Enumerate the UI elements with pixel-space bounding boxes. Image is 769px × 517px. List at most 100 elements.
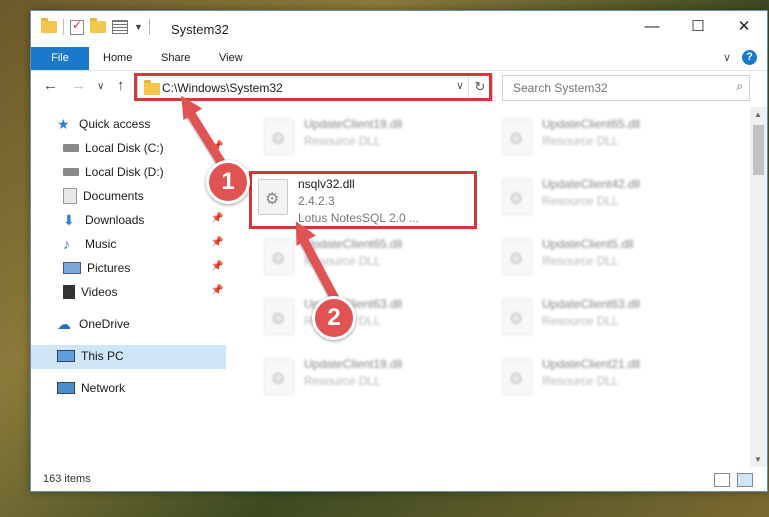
pin-icon[interactable]: 📌 — [211, 285, 223, 296]
file-description: Resource DLL — [542, 314, 619, 328]
step-1-badge: 1 — [206, 160, 250, 204]
search-box[interactable]: ⌕ — [502, 75, 750, 101]
close-button[interactable]: ✕ — [721, 11, 767, 43]
status-bar: 163 items — [31, 469, 767, 491]
folder-icon[interactable] — [41, 18, 57, 33]
properties-check-icon[interactable] — [70, 18, 84, 35]
file-list: UpdateClient19.dll Resource DLL UpdateCl… — [236, 107, 741, 467]
pin-icon[interactable]: 📌 — [211, 213, 223, 224]
dll-file-icon — [502, 359, 532, 395]
toolbar-dropdown-icon[interactable]: ▼ — [134, 22, 143, 32]
sidebar-item-local-disk-d[interactable]: Local Disk (D:) — [63, 161, 164, 183]
minimize-button[interactable]: — — [629, 11, 675, 43]
sidebar-item-pictures[interactable]: Pictures — [63, 257, 130, 279]
sidebar-item-onedrive[interactable]: ☁ OneDrive — [57, 313, 130, 335]
sidebar-item-label: Videos — [81, 285, 118, 299]
file-name: UpdateClient42.dll — [542, 177, 641, 191]
sidebar-item-network[interactable]: Network — [57, 377, 125, 399]
maximize-button[interactable]: ☐ — [675, 11, 721, 43]
scroll-up-icon[interactable]: ▲ — [754, 110, 762, 119]
computer-icon — [57, 350, 75, 362]
navigation-pane: ★ Quick access Local Disk (C:) 📌 Local D… — [31, 111, 226, 471]
dll-file-icon — [264, 299, 294, 335]
videos-icon — [63, 285, 75, 299]
dll-file-icon — [264, 119, 294, 155]
file-item[interactable]: UpdateClient19.dll Resource DLL — [260, 355, 490, 409]
file-item[interactable]: UpdateClient65.dll Resource DLL — [498, 115, 728, 169]
customize-toolbar-icon[interactable] — [112, 20, 128, 34]
network-icon — [57, 382, 75, 394]
pictures-icon — [63, 262, 81, 274]
file-name: UpdateClient63.dll — [542, 297, 641, 311]
star-icon: ★ — [57, 116, 70, 132]
divider — [63, 19, 64, 35]
sidebar-item-downloads[interactable]: ⬇ Downloads — [63, 209, 144, 231]
cloud-icon: ☁ — [57, 316, 71, 332]
sidebar-item-label: Pictures — [87, 261, 131, 275]
navigation-bar: ← → ∨ ↑ C:\Windows\System32 ∨ ↻ ⌕ — [31, 71, 767, 103]
file-item[interactable]: UpdateClient63.dll Resource DLL — [260, 295, 490, 349]
help-icon[interactable]: ? — [742, 50, 757, 65]
sidebar-item-label: Local Disk (C:) — [85, 141, 164, 155]
sidebar-item-music[interactable]: ♪ Music — [63, 233, 116, 255]
tab-view[interactable]: View — [207, 47, 255, 70]
file-description: Resource DLL — [542, 254, 619, 268]
sidebar-item-label: Local Disk (D:) — [85, 165, 164, 179]
title-bar: ▼ System32 — ☐ ✕ — [31, 11, 767, 47]
file-description: Resource DLL — [304, 374, 381, 388]
sidebar-item-label: This PC — [81, 349, 124, 363]
file-description: Resource DLL — [304, 134, 381, 148]
item-count: 163 items — [43, 473, 91, 485]
sidebar-item-quick-access[interactable]: ★ Quick access — [57, 113, 150, 135]
scroll-down-icon[interactable]: ▼ — [754, 455, 762, 464]
step-2-badge: 2 — [312, 296, 356, 340]
dll-file-icon — [502, 239, 532, 275]
divider — [148, 19, 150, 35]
sidebar-item-label: Network — [81, 381, 126, 395]
up-button[interactable]: ↑ — [117, 77, 125, 94]
forward-button[interactable]: → — [71, 77, 86, 94]
vertical-scrollbar[interactable]: ▲ ▼ — [750, 107, 767, 467]
sidebar-item-label: Documents — [83, 189, 144, 203]
file-item[interactable]: UpdateClient19.dll Resource DLL — [260, 115, 490, 169]
pin-icon[interactable]: 📌 — [211, 261, 223, 272]
tab-file[interactable]: File — [31, 47, 89, 70]
scrollbar-thumb[interactable] — [753, 125, 764, 175]
dll-file-icon — [502, 119, 532, 155]
quick-access-toolbar: ▼ — [41, 18, 150, 35]
search-input[interactable] — [511, 80, 715, 96]
documents-icon — [63, 188, 77, 204]
tab-home[interactable]: Home — [91, 47, 144, 70]
ribbon-collapse-icon[interactable]: ∨ — [723, 51, 731, 64]
sidebar-item-local-disk-c[interactable]: Local Disk (C:) — [63, 137, 164, 159]
file-name: UpdateClient19.dll — [304, 117, 403, 131]
details-view-icon[interactable] — [714, 473, 730, 487]
file-name: UpdateClient65.dll — [304, 237, 403, 251]
recent-locations-icon[interactable]: ∨ — [97, 81, 104, 92]
file-explorer-window: ▼ System32 — ☐ ✕ File Home Share View ∨ … — [30, 10, 768, 492]
dll-file-icon — [264, 239, 294, 275]
file-item[interactable]: UpdateClient21.dll Resource DLL — [498, 355, 728, 409]
sidebar-item-label: Quick access — [79, 117, 151, 131]
window-title: System32 — [171, 22, 229, 37]
sidebar-item-documents[interactable]: Documents — [63, 185, 144, 207]
file-description: Resource DLL — [542, 134, 619, 148]
sidebar-item-this-pc[interactable]: This PC — [57, 345, 124, 367]
search-icon[interactable]: ⌕ — [736, 79, 743, 94]
pin-icon[interactable]: 📌 — [211, 237, 223, 248]
sidebar-item-videos[interactable]: Videos — [63, 281, 117, 303]
music-icon: ♪ — [63, 236, 70, 252]
drive-icon — [63, 168, 79, 176]
tab-share[interactable]: Share — [149, 47, 202, 70]
file-name: UpdateClient21.dll — [542, 357, 641, 371]
file-item[interactable]: UpdateClient5.dll Resource DLL — [498, 235, 728, 289]
dll-file-icon — [502, 179, 532, 215]
file-name: UpdateClient19.dll — [304, 357, 403, 371]
dll-file-icon — [502, 299, 532, 335]
new-folder-icon[interactable] — [90, 18, 106, 33]
back-button[interactable]: ← — [43, 77, 58, 94]
file-item[interactable]: UpdateClient42.dll Resource DLL — [498, 175, 728, 229]
large-icons-view-icon[interactable] — [737, 473, 753, 487]
sidebar-item-label: OneDrive — [79, 317, 130, 331]
file-item[interactable]: UpdateClient63.dll Resource DLL — [498, 295, 728, 349]
